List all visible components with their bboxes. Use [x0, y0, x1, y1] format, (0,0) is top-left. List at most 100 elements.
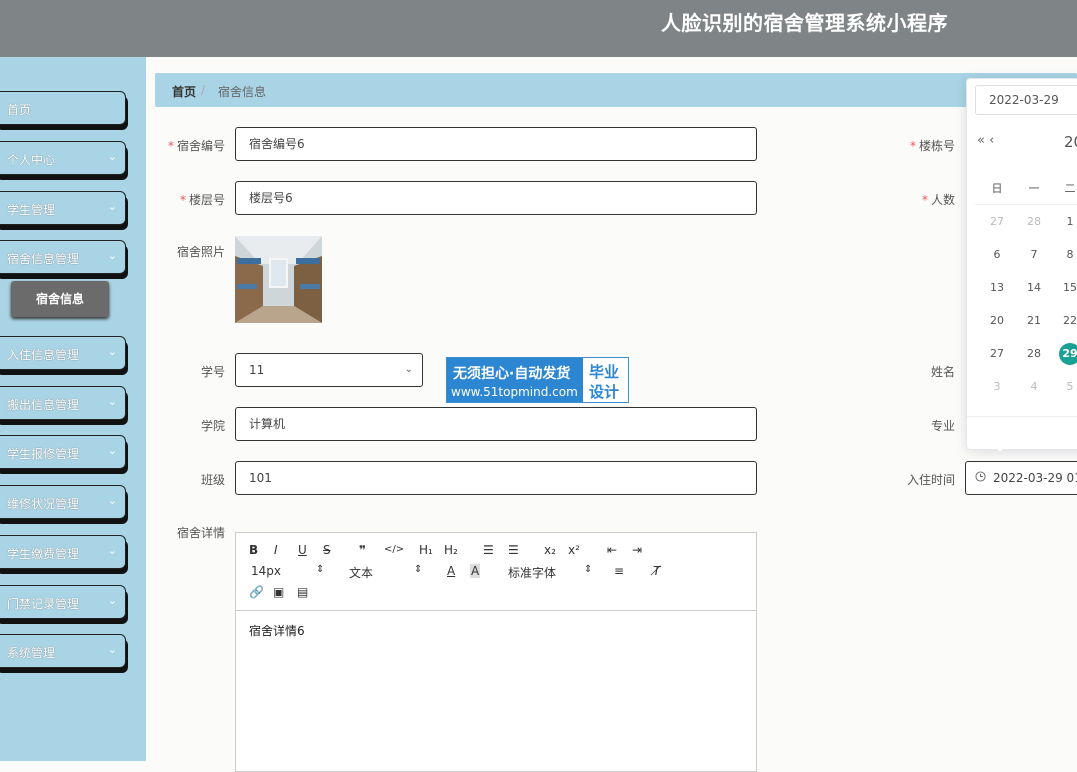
calendar-day[interactable]: 22	[1055, 314, 1077, 327]
editor-toolbar: B I U S ❞ </> H₁ H₂ ☰ ☰ x₂ x² ⇤ ⇥ 14px ⇕…	[236, 533, 756, 611]
chevron-down-icon: ⌄	[107, 544, 117, 557]
quote-button[interactable]: ❞	[359, 543, 366, 557]
sidebar-item-label: 门禁记录管理	[7, 597, 80, 611]
sidebar-item-checkout-management[interactable]: 搬出信息管理 ⌄	[0, 386, 126, 420]
sidebar-item-repair-management[interactable]: 学生报修管理 ⌄	[0, 435, 126, 469]
calendar-day[interactable]: 28	[1019, 215, 1049, 228]
code-button[interactable]: </>	[384, 544, 404, 555]
calendar-day[interactable]: 20	[982, 314, 1012, 327]
editor-content[interactable]: 宿舍详情6	[249, 622, 305, 639]
calendar-day[interactable]: 28	[1019, 347, 1049, 360]
image-icon[interactable]: ▣	[273, 585, 284, 599]
underline-button[interactable]: U	[298, 543, 307, 557]
chevron-updown-icon: ⇕	[414, 564, 423, 575]
clock-icon	[975, 471, 986, 482]
major-label: 专业	[930, 419, 955, 433]
sidebar-item-personal-center[interactable]: 个人中心 ⌄	[0, 141, 126, 175]
text-color-button[interactable]: A	[447, 564, 455, 578]
floor-no-input[interactable]: 楼层号6	[235, 181, 757, 215]
calendar-day[interactable]: 27	[982, 215, 1012, 228]
calendar-day[interactable]: 1	[1055, 215, 1077, 228]
divider	[975, 204, 1077, 205]
calendar-day[interactable]: 5	[1055, 380, 1077, 393]
sidebar-item-label: 系统管理	[7, 646, 56, 660]
sidebar-item-payment-management[interactable]: 学生缴费管理 ⌄	[0, 535, 126, 569]
sidebar-item-system-management[interactable]: 系统管理 ⌄	[0, 634, 126, 668]
sidebar-item-label: 入住信息管理	[7, 348, 80, 362]
college-input[interactable]: 计算机	[235, 407, 757, 441]
chevron-updown-icon: ⇕	[584, 564, 593, 575]
h2-button[interactable]: H₂	[444, 543, 458, 557]
chevron-down-icon: ⌄	[107, 345, 117, 358]
align-button[interactable]: ≡	[614, 564, 624, 578]
calendar-day[interactable]: 14	[1019, 281, 1049, 294]
link-icon[interactable]: 🔗	[249, 585, 264, 599]
class-input[interactable]: 101	[235, 461, 757, 495]
chevron-down-icon: ⌄	[107, 395, 117, 408]
sidebar-subitem-dorm-info[interactable]: 宿舍信息	[11, 281, 109, 317]
watermark-left: 无须担心·自动发货 www.51topmind.com	[447, 358, 583, 402]
popup-arrow	[994, 446, 1006, 452]
student-no-select[interactable]: 11 ⌄	[235, 353, 423, 387]
sidebar-item-access-records[interactable]: 门禁记录管理 ⌄	[0, 585, 126, 619]
chevron-down-icon: ⌄	[107, 444, 117, 457]
calendar-day[interactable]: 7	[1019, 248, 1049, 261]
sidebar-item-dorm-info-management[interactable]: 宿舍信息管理 ⌄	[0, 240, 126, 274]
watermark-right1: 毕业	[589, 363, 620, 381]
bullet-list-button[interactable]: ☰	[508, 543, 519, 557]
breadcrumb: 首页 / 宿舍信息	[155, 73, 1077, 107]
superscript-button[interactable]: x²	[568, 543, 580, 557]
prev-year-month-icon[interactable]: « ‹	[977, 133, 994, 148]
weekday-label: 日	[991, 182, 1003, 195]
breadcrumb-home-link[interactable]: 首页	[172, 83, 196, 100]
dorm-no-input[interactable]: 宿舍编号6	[235, 127, 757, 161]
clear-format-button[interactable]: T̸	[653, 564, 660, 578]
calendar-day[interactable]: 3	[982, 380, 1012, 393]
sidebar-item-home[interactable]: 首页	[0, 91, 126, 125]
date-picker-input[interactable]: 2022-03-29	[975, 85, 1077, 115]
calendar-day[interactable]: 27	[982, 347, 1012, 360]
checkin-time-label: 入住时间	[906, 473, 955, 487]
strike-button[interactable]: S	[323, 543, 331, 557]
chevron-down-icon: ⌄	[107, 150, 117, 163]
ordered-list-button[interactable]: ☰	[483, 543, 494, 557]
calendar-day[interactable]: 4	[1019, 380, 1049, 393]
sidebar-item-maintenance-status[interactable]: 维修状况管理 ⌄	[0, 485, 126, 519]
sidebar-item-label: 学生缴费管理	[7, 547, 80, 561]
class-label: 班级	[200, 473, 225, 487]
breadcrumb-current: 宿舍信息	[218, 85, 267, 99]
chevron-down-icon: ⌄	[107, 494, 117, 507]
sidebar-item-label: 个人中心	[7, 153, 56, 167]
bold-button[interactable]: B	[249, 543, 258, 557]
h1-button[interactable]: H₁	[419, 543, 433, 557]
calendar-day[interactable]: 21	[1019, 314, 1049, 327]
subscript-button[interactable]: x₂	[544, 543, 556, 557]
breadcrumb-separator: /	[201, 83, 206, 97]
chevron-down-icon: ⌄	[107, 643, 117, 656]
watermark-line2: www.51topmind.com	[451, 385, 578, 399]
indent-button[interactable]: ⇥	[632, 543, 642, 557]
font-type-select[interactable]: 文本	[349, 564, 373, 581]
calendar-day[interactable]: 8	[1055, 248, 1077, 261]
video-icon[interactable]: ▤	[297, 585, 308, 599]
calendar-day[interactable]: 13	[982, 281, 1012, 294]
rich-text-editor: B I U S ❞ </> H₁ H₂ ☰ ☰ x₂ x² ⇤ ⇥ 14px ⇕…	[235, 532, 757, 772]
sidebar-item-label: 学生管理	[7, 203, 56, 217]
floor-no-label: * 楼层号	[179, 193, 225, 207]
chevron-down-icon: ⌄	[107, 249, 117, 262]
font-size-select[interactable]: 14px	[251, 564, 281, 578]
date-picker-header-year: 20	[1064, 133, 1077, 151]
sidebar-item-student-management[interactable]: 学生管理 ⌄	[0, 191, 126, 225]
calendar-day-selected[interactable]: 29	[1059, 343, 1077, 365]
font-family-select[interactable]: 标准字体	[508, 564, 556, 581]
background-color-button[interactable]: A	[470, 564, 481, 578]
student-no-value: 11	[249, 363, 265, 377]
calendar-day[interactable]: 15	[1055, 281, 1077, 294]
chevron-down-icon: ⌄	[404, 364, 413, 375]
outdent-button[interactable]: ⇤	[607, 543, 617, 557]
italic-button[interactable]: I	[274, 543, 278, 557]
divider	[967, 416, 1077, 417]
dorm-photo[interactable]	[235, 236, 322, 323]
sidebar-item-checkin-management[interactable]: 入住信息管理 ⌄	[0, 336, 126, 370]
calendar-day[interactable]: 6	[982, 248, 1012, 261]
